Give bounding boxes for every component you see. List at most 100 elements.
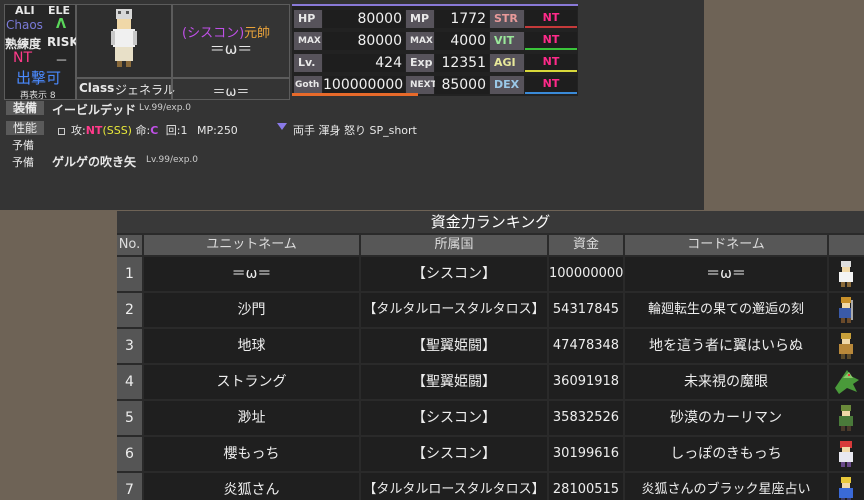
vit-value: NT: [525, 32, 577, 50]
table-row[interactable]: 2 沙門 【タルタルロースタルタロス】 54317845 輪廻転生の果ての邂逅の…: [117, 293, 864, 327]
hp-bar: [292, 93, 418, 96]
sprite-cell: [829, 473, 864, 500]
class-value: ジェネラル: [115, 83, 176, 97]
country-cell: 【シスコン】: [361, 401, 549, 435]
exp-value: 12351: [435, 54, 489, 72]
unit-name-cell[interactable]: 炎狐さん: [144, 473, 361, 500]
rank-no: 3: [117, 329, 144, 363]
header-funds: 資金: [549, 235, 625, 255]
mp-max-label: MAX: [406, 32, 434, 50]
spare2-level: Lv.99/exp.0: [146, 155, 198, 165]
rank-no: 7: [117, 473, 144, 500]
sprite-cell: [829, 293, 864, 327]
sprite-cell: [829, 437, 864, 471]
goth-value: 100000000: [323, 76, 405, 94]
header-code-name: コードネーム: [625, 235, 829, 255]
green-soldier-sprite-icon: [839, 405, 853, 431]
stats-table: HP 80000 MP 1772 STR NT MAX 80000 MAX 40…: [292, 4, 578, 96]
weapon-name[interactable]: イービルデッド: [52, 101, 136, 118]
stats-row-hp: HP 80000 MP 1772 STR NT: [292, 8, 578, 30]
code-name-cell: 砂漠のカーリマン: [625, 401, 829, 435]
sprite-cell: [829, 257, 864, 291]
funds-cell: 36091918: [549, 365, 625, 399]
red-hair-girl-sprite-icon: [839, 441, 853, 467]
agi-value: NT: [525, 54, 577, 72]
dex-value: NT: [525, 76, 577, 94]
funds-cell: 54317845: [549, 293, 625, 327]
country-cell: 【シスコン】: [361, 257, 549, 291]
code-name-cell: しっぽのきもっち: [625, 437, 829, 471]
green-dragon-sprite-icon: [835, 370, 859, 394]
unit-name-cell[interactable]: ＝ω＝: [144, 257, 361, 291]
code-name-cell: ＝ω＝: [625, 257, 829, 291]
brown-warrior-sprite-icon: [839, 297, 853, 323]
rank-no: 5: [117, 401, 144, 435]
hp-label: HP: [294, 10, 322, 28]
unit-name-cell[interactable]: 櫻もっち: [144, 437, 361, 471]
mp-max-value: 4000: [435, 32, 489, 50]
element-mark: Λ: [56, 17, 67, 32]
next-value: 85000: [435, 76, 489, 94]
agi-label: AGI: [490, 54, 524, 72]
times-value: 回:1: [165, 124, 188, 137]
country-cell: 【聖翼姫闘】: [361, 329, 549, 363]
sprite-cell: [829, 401, 864, 435]
risk-label: RISK: [47, 35, 79, 49]
rank-no: 1: [117, 257, 144, 291]
vit-label: VIT: [490, 32, 524, 50]
redisplay-link[interactable]: 再表示 8: [20, 88, 56, 101]
blue-knight-sprite-icon: [839, 477, 853, 500]
spare1-label: 予備: [12, 139, 34, 152]
ali-label: ALI: [15, 4, 35, 17]
unit-name-cell[interactable]: ストラング: [144, 365, 361, 399]
lv-label: Lv.: [294, 54, 322, 72]
mp-label: MP: [406, 10, 434, 28]
table-row[interactable]: 1 ＝ω＝ 【シスコン】 100000000 ＝ω＝: [117, 257, 864, 291]
mp-cost: MP:250: [196, 124, 238, 137]
rank-no: 4: [117, 365, 144, 399]
ability-text: 両手 渾身 怒り SP_short: [293, 124, 417, 137]
str-label: STR: [490, 10, 524, 28]
ability-line: 攻:NT(SSS) 命:C 回:1 MP:250: [58, 122, 238, 138]
dex-label: DEX: [490, 76, 524, 94]
alignment-value: Chaos: [6, 18, 43, 32]
hp-value: 80000: [323, 10, 405, 28]
hit-value: C: [150, 124, 159, 137]
code-name: ＝ω＝: [212, 85, 250, 100]
rank-no: 2: [117, 293, 144, 327]
unit-name-cell[interactable]: 沙門: [144, 293, 361, 327]
goth-label: Goth: [294, 76, 322, 94]
funds-ranking-table: 資金力ランキング No. ユニットネーム 所属国 資金 コードネーム 1 ＝ω＝…: [117, 211, 864, 500]
table-row[interactable]: 5 渺址 【シスコン】 35832526 砂漠のカーリマン: [117, 401, 864, 435]
attack-status: 出撃可: [16, 69, 62, 87]
atk-type: NT: [85, 124, 103, 137]
funds-cell: 100000000: [549, 257, 625, 291]
header-country: 所属国: [361, 235, 549, 255]
gold-warrior-sprite-icon: [839, 333, 853, 359]
table-row[interactable]: 7 炎狐さん 【タルタルロースタルタロス】 28100515 炎狐さんのブラック…: [117, 473, 864, 500]
spare2-label: 予備: [12, 156, 34, 169]
hit-prefix: 命:: [135, 124, 151, 137]
country-cell: 【タルタルロースタルタロス】: [361, 293, 549, 327]
sprite-cell: [829, 329, 864, 363]
unit-name-cell[interactable]: 渺址: [144, 401, 361, 435]
unit-portrait: [111, 9, 137, 67]
hp-max-value: 80000: [323, 32, 405, 50]
atk-prefix: 攻:: [71, 124, 86, 137]
table-row[interactable]: 4 ストラング 【聖翼姫闘】 36091918 未来視の魔眼: [117, 365, 864, 399]
unit-name: ＝ω＝: [209, 40, 253, 58]
unit-name-cell[interactable]: 地球: [144, 329, 361, 363]
header-sprite: [829, 235, 864, 255]
country-cell: 【聖翼姫闘】: [361, 365, 549, 399]
funds-cell: 35832526: [549, 401, 625, 435]
ele-label: ELE: [48, 4, 71, 17]
table-row[interactable]: 6 櫻もっち 【シスコン】 30199616 しっぽのきもっち: [117, 437, 864, 471]
next-label: NEXT: [406, 76, 437, 94]
atk-rank: (SSS): [102, 124, 132, 137]
unit-status-panel: ALI ELE Chaos Λ 熟練度 RISK NT － 出撃可 再表示 8 …: [0, 0, 704, 210]
spare2-item[interactable]: ゲルゲの吹き矢: [52, 153, 136, 170]
table-row[interactable]: 3 地球 【聖翼姫闘】 47478348 地を這う者に翼はいらぬ: [117, 329, 864, 363]
stats-top-line: [292, 4, 578, 6]
country-cell: 【タルタルロースタルタロス】: [361, 473, 549, 500]
stats-row-max: MAX 80000 MAX 4000 VIT NT: [292, 30, 578, 52]
